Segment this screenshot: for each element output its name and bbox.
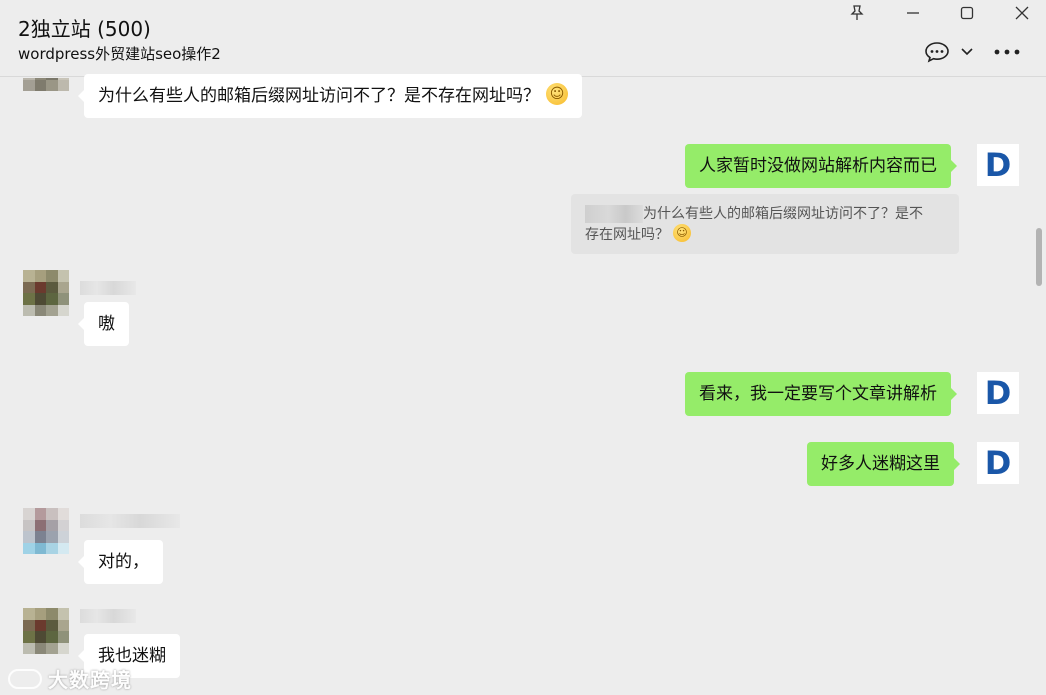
message-text: 为什么有些人的邮箱后缀网址访问不了？是不存在网址吗？ bbox=[98, 86, 540, 106]
message-bubble-incoming[interactable]: 对的， bbox=[78, 540, 163, 584]
chat-header: 2独立站 (500) wordpress外贸建站seo操作2 bbox=[0, 0, 1046, 77]
message-text: 对的， bbox=[98, 552, 149, 572]
scrollbar-thumb[interactable] bbox=[1036, 228, 1042, 286]
sender-name bbox=[80, 609, 136, 623]
chat-bubble-icon[interactable] bbox=[923, 40, 951, 64]
chat-title[interactable]: 2独立站 (500) bbox=[18, 13, 151, 42]
avatar[interactable]: D bbox=[977, 442, 1019, 484]
quoted-text-line1: 为什么有些人的邮箱后缀网址访问不了？是不 bbox=[643, 206, 923, 222]
avatar[interactable] bbox=[23, 608, 69, 654]
message-bubble-outgoing[interactable]: 看来，我一定要写个文章讲解析 bbox=[685, 372, 957, 416]
avatar[interactable] bbox=[23, 508, 69, 554]
avatar[interactable] bbox=[23, 270, 69, 316]
message-text: 人家暂时没做网站解析内容而已 bbox=[699, 156, 937, 176]
avatar[interactable] bbox=[23, 78, 69, 91]
smile-emoji-icon: ☺ bbox=[673, 224, 691, 242]
quoted-text-line2: 存在网址吗？ bbox=[585, 227, 669, 243]
chevron-down-icon[interactable] bbox=[958, 40, 976, 64]
sender-name bbox=[80, 281, 136, 295]
pin-icon[interactable] bbox=[843, 2, 871, 24]
sender-name bbox=[80, 514, 180, 528]
message-text: 看来，我一定要写个文章讲解析 bbox=[699, 384, 937, 404]
watermark: 大数跨境 bbox=[8, 664, 132, 693]
watermark-logo-icon bbox=[8, 668, 42, 689]
quoted-sender-name bbox=[585, 205, 643, 223]
message-text: 我也迷糊 bbox=[98, 646, 166, 666]
chat-subtitle: wordpress外贸建站seo操作2 bbox=[18, 45, 221, 63]
smile-emoji-icon: ☺ bbox=[546, 83, 568, 105]
more-icon[interactable] bbox=[993, 40, 1021, 64]
message-text: 嗷 bbox=[98, 314, 115, 334]
avatar[interactable]: D bbox=[977, 144, 1019, 186]
message-bubble-incoming[interactable]: 为什么有些人的邮箱后缀网址访问不了？是不存在网址吗？ ☺ bbox=[78, 74, 582, 118]
close-icon[interactable] bbox=[1008, 2, 1036, 24]
avatar[interactable]: D bbox=[977, 372, 1019, 414]
message-bubble-incoming[interactable]: 嗷 bbox=[78, 302, 129, 346]
message-bubble-outgoing[interactable]: 人家暂时没做网站解析内容而已 bbox=[685, 144, 957, 188]
minimize-icon[interactable] bbox=[899, 2, 927, 24]
maximize-icon[interactable] bbox=[953, 2, 981, 24]
message-text: 好多人迷糊这里 bbox=[821, 454, 940, 474]
quoted-message[interactable]: 为什么有些人的邮箱后缀网址访问不了？是不 存在网址吗？ ☺ bbox=[571, 194, 959, 254]
message-bubble-outgoing[interactable]: 好多人迷糊这里 bbox=[807, 442, 960, 486]
watermark-text: 大数跨境 bbox=[48, 668, 132, 692]
